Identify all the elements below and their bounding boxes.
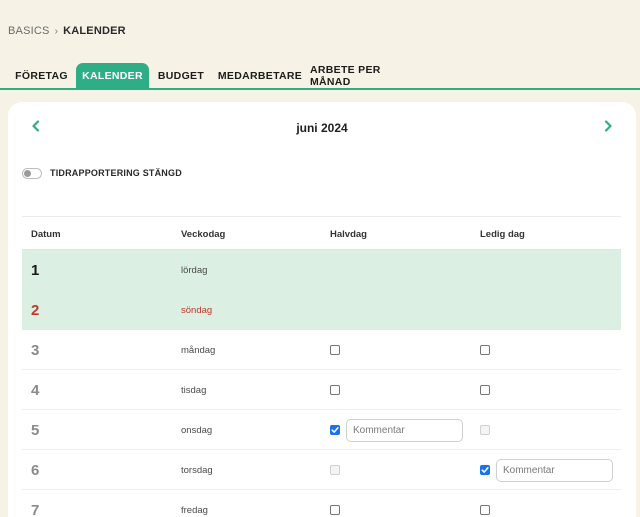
table-header: Datum Veckodag Halvdag Ledig dag: [22, 217, 621, 250]
time-reporting-toggle[interactable]: [22, 167, 42, 179]
halfday-comment-input[interactable]: [346, 418, 463, 442]
table-row: 4 tisdag: [22, 370, 621, 410]
table-row: 7 fredag: [22, 490, 621, 517]
halfday-checkbox[interactable]: [330, 345, 340, 355]
dayoff-comment-input[interactable]: [496, 458, 613, 482]
tab-medarbetare[interactable]: MEDARBETARE: [214, 63, 306, 89]
tab-foretag[interactable]: FÖRETAG: [8, 63, 75, 89]
header-dayoff: Ledig dag: [480, 229, 525, 240]
weekday-name: fredag: [181, 504, 208, 516]
day-number: 1: [31, 261, 40, 279]
tab-kalender[interactable]: KALENDER: [76, 63, 149, 89]
check-icon: [331, 427, 339, 433]
dayoff-checkbox[interactable]: [480, 505, 490, 515]
weekday-name: måndag: [181, 344, 216, 356]
halfday-checkbox: [330, 465, 340, 475]
dayoff-checkbox[interactable]: [480, 385, 490, 395]
table-row: 2 söndag: [22, 290, 621, 330]
header-weekday: Veckodag: [181, 229, 226, 240]
next-month-button[interactable]: [600, 118, 616, 134]
dayoff-checkbox[interactable]: [480, 465, 490, 475]
day-number: 6: [31, 461, 40, 479]
time-reporting-toggle-row: TIDRAPPORTERING STÄNGD: [22, 166, 182, 180]
day-number: 5: [31, 421, 40, 439]
day-number: 2: [31, 301, 40, 319]
chevron-right-icon: [604, 120, 612, 132]
header-date: Datum: [31, 229, 61, 240]
halfday-checkbox[interactable]: [330, 385, 340, 395]
weekday-name: onsdag: [181, 424, 213, 436]
dayoff-checkbox: [480, 425, 490, 435]
header-halfday: Halvdag: [330, 229, 367, 240]
toggle-knob: [24, 169, 31, 177]
table-row: 6 torsdag: [22, 450, 621, 490]
month-title: juni 2024: [296, 121, 348, 135]
breadcrumb-separator: ›: [54, 25, 59, 37]
weekday-name: torsdag: [181, 464, 213, 476]
calendar-table: Datum Veckodag Halvdag Ledig dag 1 lörda…: [22, 216, 621, 517]
weekday-name: lördag: [181, 264, 208, 276]
halfday-checkbox[interactable]: [330, 425, 340, 435]
day-number: 7: [31, 501, 40, 517]
table-row: 1 lördag: [22, 250, 621, 290]
halfday-checkbox[interactable]: [330, 505, 340, 515]
weekday-name: söndag: [181, 304, 213, 316]
day-number: 3: [31, 341, 40, 359]
dayoff-checkbox[interactable]: [480, 345, 490, 355]
month-navigation: juni 2024: [8, 102, 636, 154]
calendar-panel: juni 2024 TIDRAPPORTERING STÄNGD Datum V…: [8, 102, 636, 517]
tab-arbete-per-manad[interactable]: ARBETE PER MÅNAD: [310, 63, 422, 89]
table-row: 3 måndag: [22, 330, 621, 370]
table-row: 5 onsdag: [22, 410, 621, 450]
breadcrumb: BASICS › KALENDER: [8, 25, 126, 37]
time-reporting-label: TIDRAPPORTERING STÄNGD: [50, 168, 182, 178]
weekday-name: tisdag: [181, 384, 207, 396]
tab-budget[interactable]: BUDGET: [152, 63, 210, 89]
tab-bar: FÖRETAG KALENDER BUDGET MEDARBETARE ARBE…: [0, 63, 640, 90]
breadcrumb-current: KALENDER: [63, 25, 126, 37]
day-number: 4: [31, 381, 40, 399]
check-icon: [481, 467, 489, 473]
breadcrumb-basics[interactable]: BASICS: [8, 25, 50, 37]
